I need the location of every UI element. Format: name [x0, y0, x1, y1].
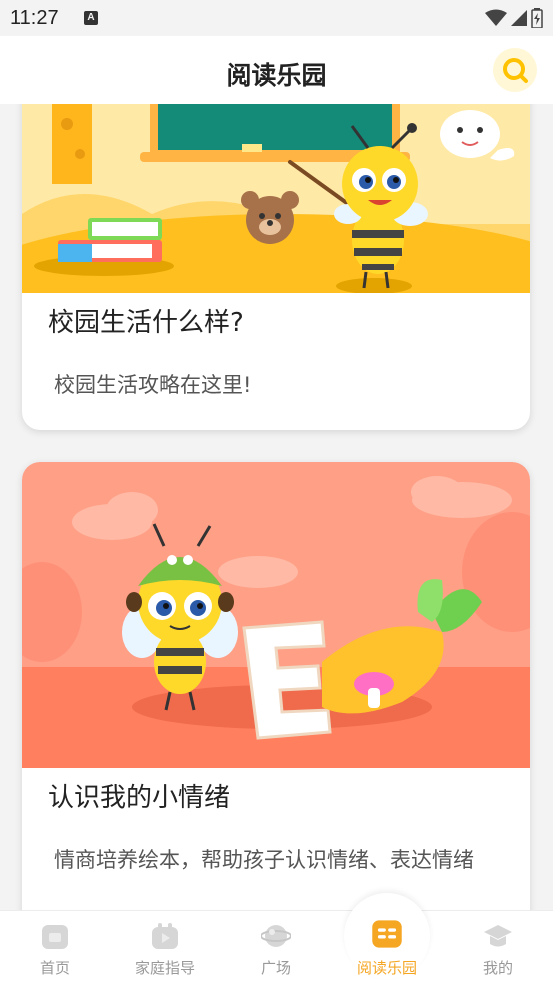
search-icon: [503, 58, 528, 83]
book-card[interactable]: 校园生活什么样? 校园生活攻略在这里!: [22, 104, 530, 430]
nav-item-home[interactable]: 首页: [0, 911, 110, 984]
nav-item-reading-park[interactable]: 阅读乐园: [332, 911, 442, 984]
nav-item-plaza[interactable]: 广场: [221, 911, 331, 984]
nav-item-mine[interactable]: 我的: [443, 911, 553, 984]
page-title: 阅读乐园: [226, 61, 327, 90]
nav-label: 首页: [39, 959, 70, 977]
bottom-nav: 首页 家庭指导 广场 阅读乐园 我的: [0, 893, 553, 984]
book-cover-school: [22, 104, 530, 293]
status-icons: [485, 8, 543, 28]
book-description: 情商培养绘本，帮助孩子认识情绪、表达情绪: [54, 848, 474, 872]
search-button[interactable]: [493, 48, 537, 92]
status-time: 11:27: [10, 7, 59, 29]
book-icon: [372, 920, 402, 948]
nav-item-family-guide[interactable]: 家庭指导: [110, 911, 220, 984]
signal-icon: [511, 10, 527, 26]
app-header: 阅读乐园: [0, 36, 553, 104]
status-bar: 11:27 A: [0, 0, 553, 36]
book-card[interactable]: 认识我的小情绪 情商培养绘本，帮助孩子认识情绪、表达情绪: [22, 462, 530, 910]
book-description: 校园生活攻略在这里!: [54, 373, 252, 397]
book-title: 认识我的小情绪: [48, 783, 231, 813]
family-guide-icon: [152, 923, 178, 949]
nav-label: 广场: [260, 959, 291, 977]
nav-label: 阅读乐园: [356, 959, 417, 977]
nav-label: 我的: [482, 959, 513, 977]
book-list[interactable]: 校园生活什么样? 校园生活攻略在这里! 认识我的小情绪 情商培养绘本，帮助孩子认…: [0, 104, 553, 910]
notification-icon: A: [84, 11, 98, 25]
nav-label: 家庭指导: [134, 959, 195, 977]
book-title: 校园生活什么样?: [48, 308, 244, 338]
graduation-cap-icon: [484, 925, 512, 947]
home-icon: [42, 925, 68, 949]
book-cover-emotions: [22, 462, 530, 768]
wifi-icon: [485, 9, 507, 26]
battery-icon: [531, 8, 543, 28]
planet-icon: [261, 925, 291, 947]
